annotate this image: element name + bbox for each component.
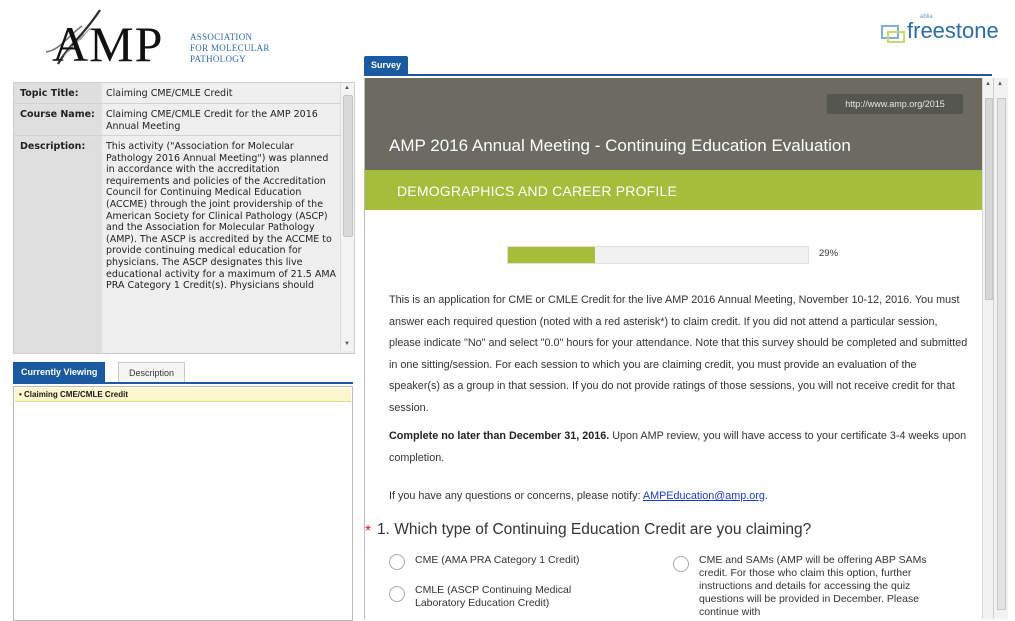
- topic-title-label: Topic Title:: [20, 88, 100, 100]
- survey-header: http://www.amp.org/2015 AMP 2016 Annual …: [365, 78, 982, 170]
- required-marker: *: [365, 523, 372, 540]
- info-scroll-thumb[interactable]: [343, 95, 353, 237]
- option-cme-sams-label: CME and SAMs (AMP will be offering ABP S…: [699, 554, 927, 618]
- radio-cmle[interactable]: [389, 586, 405, 602]
- left-tab-strip: Currently Viewing Description: [13, 362, 353, 382]
- question-1-text: 1. Which type of Continuing Education Cr…: [377, 521, 812, 538]
- course-info-table: Topic Title: Claiming CME/CMLE Credit Co…: [13, 82, 355, 354]
- survey-title: AMP 2016 Annual Meeting - Continuing Edu…: [389, 136, 851, 155]
- contact-text: If you have any questions or concerns, p…: [389, 490, 768, 502]
- survey-scrollbar[interactable]: ▲: [982, 78, 993, 619]
- contact-email-link[interactable]: AMPEducation@amp.org: [643, 490, 765, 502]
- info-scrollbar[interactable]: ▲ ▼: [340, 83, 354, 351]
- survey-frame: http://www.amp.org/2015 AMP 2016 Annual …: [364, 78, 993, 619]
- radio-cme-sams[interactable]: [673, 556, 689, 572]
- section-title: DEMOGRAPHICS AND CAREER PROFILE: [397, 183, 678, 199]
- page-scrollbar[interactable]: ▲: [993, 78, 1008, 619]
- nav-item-claiming-credit[interactable]: • Claiming CME/CMLE Credit: [15, 388, 351, 402]
- course-sidebar: Topic Title: Claiming CME/CMLE Credit Co…: [13, 82, 355, 621]
- amp-subtitle: ASSOCIATION FOR MOLECULAR PATHOLOGY: [190, 32, 270, 64]
- course-name-value: Claiming CME/CMLE Credit for the AMP 201…: [106, 109, 318, 132]
- tab-description[interactable]: Description: [118, 362, 186, 382]
- amp-wordmark: AMP: [52, 16, 164, 72]
- topic-title-value: Claiming CME/CMLE Credit: [106, 88, 233, 99]
- description-value: This activity ("Association for Molecula…: [106, 141, 337, 292]
- intro-text: This is an application for CME or CMLE C…: [389, 294, 968, 414]
- freestone-logo: ablia freestone: [880, 14, 1005, 54]
- progress-fill: [508, 247, 595, 263]
- page-scroll-thumb[interactable]: [997, 98, 1006, 610]
- section-header: DEMOGRAPHICS AND CAREER PROFILE: [365, 170, 982, 210]
- freestone-mark-icon: [881, 25, 905, 43]
- deadline-text: Complete no later than December 31, 2016…: [389, 426, 969, 469]
- navigation-list: • Claiming CME/CMLE Credit: [13, 386, 353, 621]
- survey-url: http://www.amp.org/2015: [827, 94, 963, 114]
- survey-scroll-thumb[interactable]: [985, 98, 993, 300]
- progress-percent: 29%: [819, 248, 839, 259]
- radio-cme[interactable]: [389, 554, 405, 570]
- tab-survey[interactable]: Survey: [364, 56, 409, 74]
- progress-bar: [507, 246, 809, 264]
- option-cmle-label: CMLE (ASCP Continuing Medical Laboratory…: [415, 584, 572, 609]
- option-cme-label: CME (AMA PRA Category 1 Credit): [415, 554, 580, 566]
- question-1: * 1. Which type of Continuing Education C…: [365, 521, 812, 540]
- contact-prefix: If you have any questions or concerns, p…: [389, 490, 643, 502]
- amp-logo: AMP ASSOCIATION FOR MOLECULAR PATHOLOGY: [0, 0, 360, 80]
- course-name-label: Course Name:: [20, 109, 100, 121]
- tab-currently-viewing[interactable]: Currently Viewing: [13, 362, 106, 382]
- freestone-wordmark: freestone: [907, 18, 999, 43]
- description-label: Description:: [20, 141, 100, 153]
- deadline-bold: Complete no later than December 31, 2016…: [389, 430, 610, 442]
